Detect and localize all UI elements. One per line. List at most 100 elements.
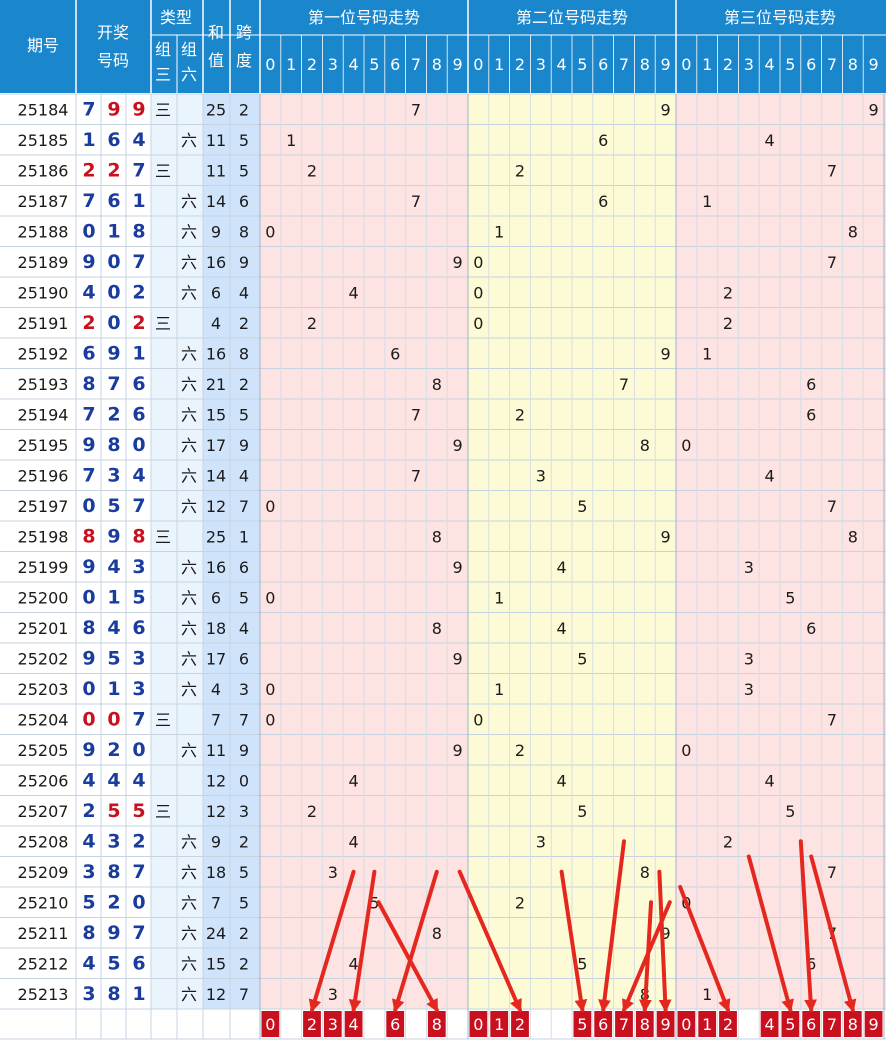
draw-digit: 0 bbox=[82, 678, 95, 700]
header-digit-label: 2 bbox=[723, 55, 733, 74]
sum-cell: 14 bbox=[206, 466, 226, 485]
trend-mark-pos1: 0 bbox=[265, 588, 275, 607]
trend-mark-pos1: 3 bbox=[328, 863, 338, 882]
trend-mark-pos2: 0 bbox=[473, 283, 483, 302]
period-cell: 25210 bbox=[18, 893, 69, 912]
draw-digit: 0 bbox=[107, 251, 120, 273]
sum-cell: 12 bbox=[206, 771, 226, 790]
draw-digit: 5 bbox=[107, 800, 120, 822]
group6-cell: 六 bbox=[181, 497, 197, 516]
trend-mark-pos2: 2 bbox=[515, 161, 525, 180]
draw-digit: 9 bbox=[82, 434, 95, 456]
group6-cell: 六 bbox=[181, 283, 197, 302]
trend-mark-pos2: 4 bbox=[557, 771, 567, 790]
span-cell: 6 bbox=[239, 192, 249, 211]
trend-mark-pos3: 3 bbox=[744, 680, 754, 699]
selected-digit: 5 bbox=[785, 1015, 795, 1034]
draw-digit: 7 bbox=[82, 190, 95, 212]
draw-digit: 2 bbox=[132, 830, 145, 852]
header-digit-label: 8 bbox=[848, 55, 858, 74]
trend-mark-pos3: 2 bbox=[723, 832, 733, 851]
group6-cell: 六 bbox=[181, 131, 197, 150]
header-pos3: 第三位号码走势 bbox=[724, 8, 836, 27]
trend-mark-pos3: 6 bbox=[806, 375, 816, 394]
selected-digit: 2 bbox=[307, 1015, 317, 1034]
draw-digit: 7 bbox=[132, 251, 145, 273]
selected-digit: 7 bbox=[619, 1015, 629, 1034]
trend-mark-pos1: 4 bbox=[349, 283, 359, 302]
period-cell: 25187 bbox=[18, 192, 69, 211]
header-digit-label: 6 bbox=[598, 55, 608, 74]
span-cell: 2 bbox=[239, 100, 249, 119]
trend-mark-pos2: 0 bbox=[473, 314, 483, 333]
header-digit-label: 6 bbox=[390, 55, 400, 74]
group6-cell: 六 bbox=[181, 588, 197, 607]
header-span-line2: 度 bbox=[236, 51, 252, 70]
draw-digit: 5 bbox=[82, 891, 95, 913]
header-digit-label: 7 bbox=[827, 55, 837, 74]
draw-digit: 7 bbox=[132, 159, 145, 181]
draw-digit: 1 bbox=[107, 586, 120, 608]
trend-mark-pos1: 0 bbox=[265, 497, 275, 516]
draw-digit: 3 bbox=[132, 556, 145, 578]
trend-mark-pos3: 8 bbox=[848, 222, 858, 241]
span-cell: 5 bbox=[239, 131, 249, 150]
header-draw-line1: 开奖 bbox=[97, 23, 129, 42]
trend-mark-pos1: 0 bbox=[265, 680, 275, 699]
span-cell: 9 bbox=[239, 436, 249, 455]
period-cell: 25195 bbox=[18, 436, 69, 455]
group6-cell: 六 bbox=[181, 558, 197, 577]
trend-mark-pos1: 7 bbox=[411, 405, 421, 424]
selected-digit: 8 bbox=[640, 1015, 650, 1034]
sum-cell: 21 bbox=[206, 375, 226, 394]
draw-digit: 6 bbox=[82, 342, 95, 364]
draw-digit: 2 bbox=[82, 159, 95, 181]
span-cell: 5 bbox=[239, 863, 249, 882]
selected-digit: 4 bbox=[349, 1015, 359, 1034]
group6-cell: 六 bbox=[181, 375, 197, 394]
header-digit-label: 4 bbox=[765, 55, 775, 74]
selected-digit: 1 bbox=[494, 1015, 504, 1034]
draw-digit: 7 bbox=[132, 922, 145, 944]
group6-cell: 六 bbox=[181, 863, 197, 882]
draw-digit: 9 bbox=[82, 556, 95, 578]
draw-digit: 9 bbox=[82, 647, 95, 669]
draw-digit: 2 bbox=[107, 403, 120, 425]
draw-digit: 6 bbox=[132, 952, 145, 974]
span-cell: 3 bbox=[239, 680, 249, 699]
trend-mark-pos1: 9 bbox=[453, 253, 463, 272]
draw-digit: 8 bbox=[132, 220, 145, 242]
sum-cell: 4 bbox=[211, 680, 221, 699]
trend-mark-pos2: 2 bbox=[515, 741, 525, 760]
sum-cell: 12 bbox=[206, 802, 226, 821]
header-digit-label: 3 bbox=[744, 55, 754, 74]
group6-cell: 六 bbox=[181, 192, 197, 211]
header-group6-line2: 六 bbox=[181, 65, 197, 84]
trend-mark-pos2: 9 bbox=[661, 344, 671, 363]
sum-cell: 18 bbox=[206, 619, 226, 638]
trend-mark-pos3: 2 bbox=[723, 314, 733, 333]
sum-cell: 11 bbox=[206, 131, 226, 150]
group6-cell: 六 bbox=[181, 893, 197, 912]
sum-cell: 25 bbox=[206, 527, 226, 546]
trend-mark-pos2: 5 bbox=[577, 802, 587, 821]
selected-digit: 5 bbox=[577, 1015, 587, 1034]
trend-mark-pos1: 4 bbox=[349, 954, 359, 973]
trend-mark-pos2: 4 bbox=[557, 619, 567, 638]
period-cell: 25203 bbox=[18, 680, 69, 699]
period-cell: 25204 bbox=[18, 710, 69, 729]
header-digit-label: 5 bbox=[369, 55, 379, 74]
trend-mark-pos1: 6 bbox=[390, 344, 400, 363]
draw-digit: 4 bbox=[107, 556, 120, 578]
trend-mark-pos1: 7 bbox=[411, 100, 421, 119]
period-cell: 25212 bbox=[18, 954, 69, 973]
selected-digit: 9 bbox=[869, 1015, 879, 1034]
trend-mark-pos2: 8 bbox=[640, 436, 650, 455]
draw-digit: 6 bbox=[107, 129, 120, 151]
header-digit-label: 0 bbox=[265, 55, 275, 74]
trend-mark-pos2: 6 bbox=[598, 192, 608, 211]
span-cell: 7 bbox=[239, 710, 249, 729]
group3-cell: 三 bbox=[155, 100, 171, 119]
header-span-line1: 跨 bbox=[236, 23, 252, 42]
draw-digit: 5 bbox=[107, 647, 120, 669]
